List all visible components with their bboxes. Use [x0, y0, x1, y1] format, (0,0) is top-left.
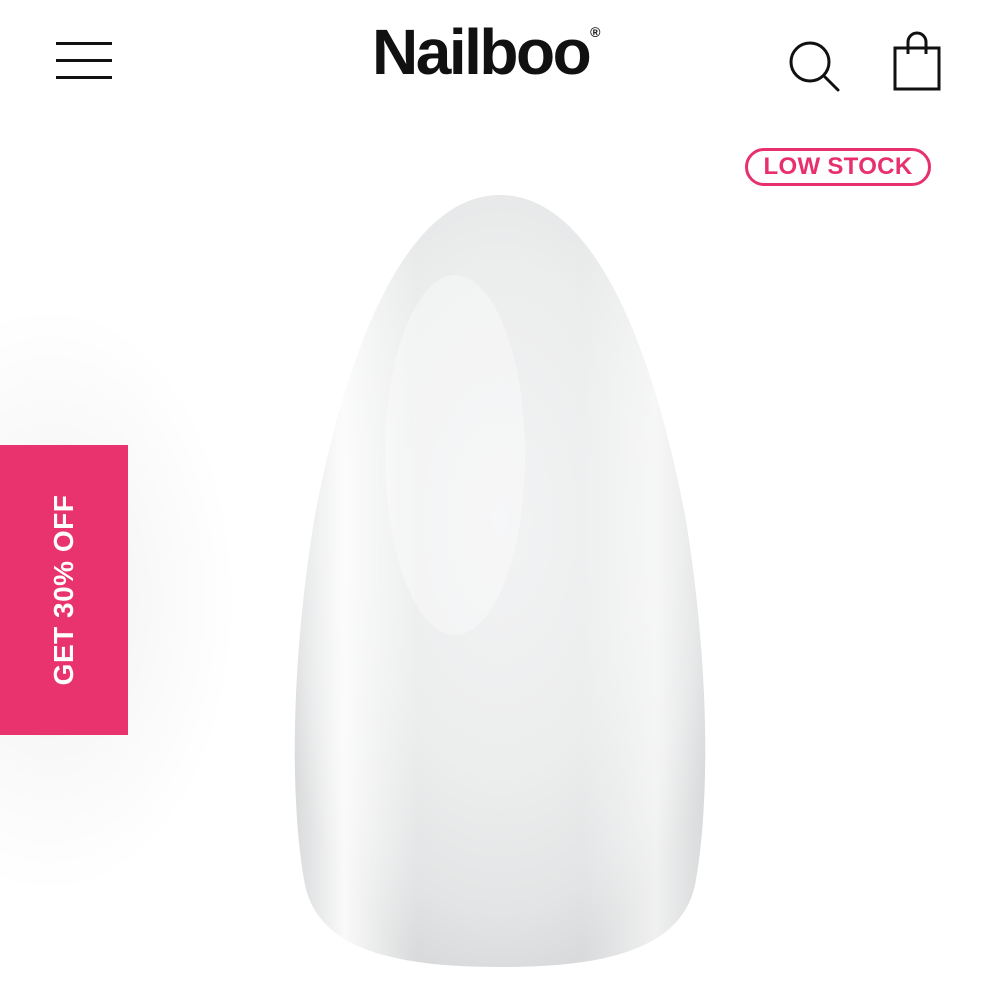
menu-button[interactable] [52, 38, 116, 86]
shopping-bag-icon [893, 31, 941, 91]
search-icon [789, 41, 840, 92]
discount-tab[interactable]: GET 30% OFF [0, 445, 128, 735]
discount-tab-label: GET 30% OFF [48, 494, 79, 686]
menu-bar-bottom [56, 76, 112, 79]
search-button[interactable] [784, 36, 844, 96]
menu-bar-top [56, 42, 112, 45]
cart-button[interactable] [888, 28, 944, 94]
low-stock-badge: LOW STOCK [745, 148, 931, 186]
brand-name: Nailboo [372, 16, 592, 88]
menu-bar-middle [56, 59, 112, 62]
registered-mark: ® [590, 24, 601, 40]
brand-logo[interactable]: Nailboo ® [372, 14, 632, 94]
nail-tip-image[interactable] [290, 185, 710, 975]
product-page: Nailboo ® LOW STOCK GET 30% OFF [0, 0, 1000, 1000]
site-header: Nailboo ® [0, 0, 1000, 120]
